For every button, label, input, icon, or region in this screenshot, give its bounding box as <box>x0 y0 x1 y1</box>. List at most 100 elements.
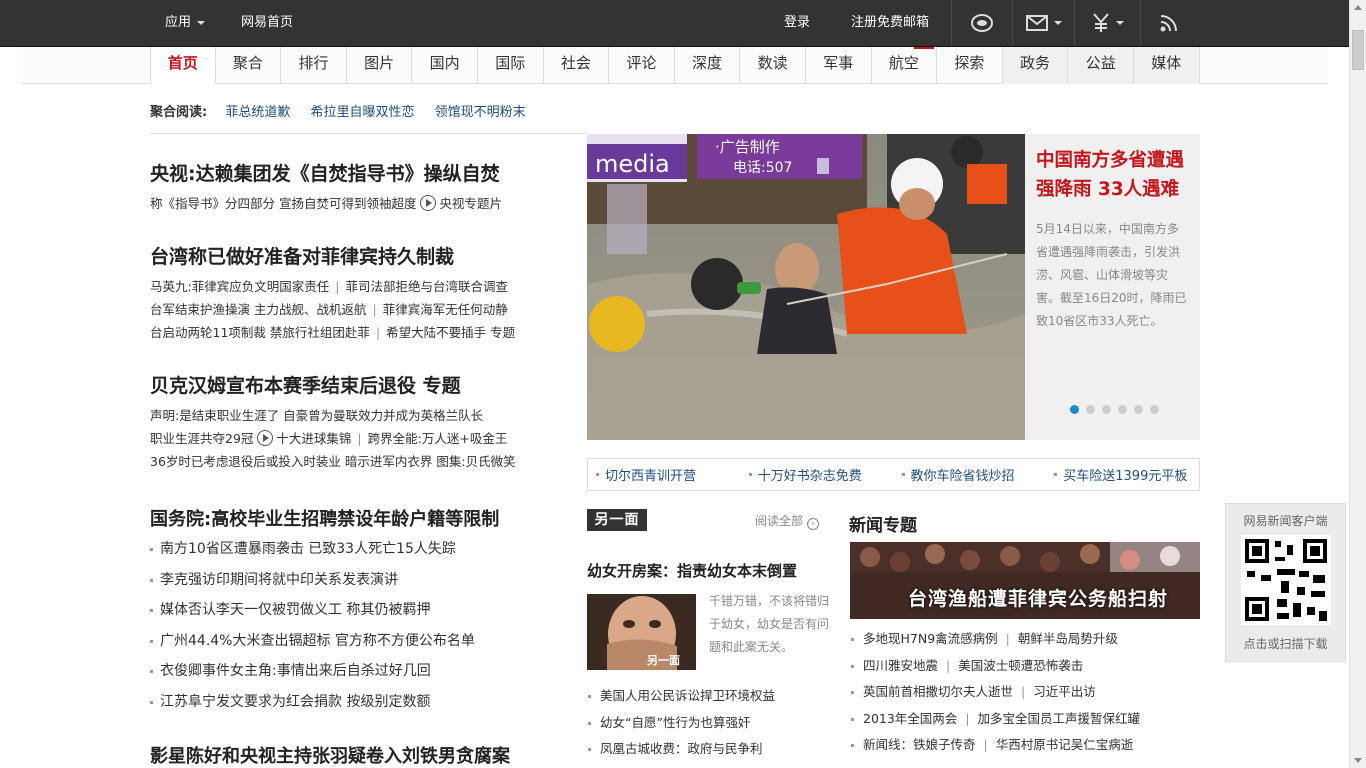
related-link[interactable]: 菲律宾海军无任何动静 <box>383 302 508 317</box>
topic-link[interactable]: 习近平出访 <box>1033 684 1096 699</box>
tab-7[interactable]: 社会 <box>544 47 610 84</box>
tab-11[interactable]: 军事 <box>806 47 872 84</box>
related-link[interactable]: 台军结束护渔操演 主力战舰、战机返航 <box>150 302 366 317</box>
slide-dot[interactable] <box>1086 405 1095 414</box>
topic-banner[interactable]: 台湾渔船遭菲律宾公务船扫射 <box>850 542 1200 619</box>
another-side-photo[interactable]: 另一面 <box>587 594 696 670</box>
divider <box>150 133 587 134</box>
apps-menu[interactable]: 应用 <box>165 0 206 46</box>
headline-5[interactable]: 影星陈好和央视主持张羽疑卷入刘铁男贪腐案 <box>150 742 570 768</box>
read-all-link[interactable]: 阅读全部 › <box>755 512 819 530</box>
qr-code-icon[interactable] <box>1240 535 1331 625</box>
related-link[interactable]: 跨界全能:万人迷+吸金王 <box>368 431 508 446</box>
vertical-scrollbar[interactable] <box>1349 0 1366 768</box>
netease-home-link[interactable]: 网易首页 <box>241 0 293 46</box>
register-mail-link[interactable]: 注册免费邮箱 <box>851 0 929 46</box>
tab-2[interactable]: 聚合 <box>216 47 282 84</box>
another-side-title[interactable]: 幼女开房案：指责幼女本末倒置 <box>587 560 797 581</box>
scroll-down-icon[interactable] <box>1354 758 1362 763</box>
promo-link[interactable]: 切尔西青训开营 <box>588 465 741 484</box>
headline-1-sub[interactable]: 称《指导书》分四部分 宣扬自焚可得到领袖超度 <box>150 196 416 211</box>
headline-1-video-link[interactable]: 央视专题片 <box>439 196 502 211</box>
promo-links: 切尔西青训开营 十万好书杂志免费 教你车险省钱炒招 买车险送1399元平板 <box>587 458 1200 491</box>
login-link[interactable]: 登录 <box>784 0 810 46</box>
mail-button[interactable] <box>1012 0 1074 46</box>
related-link[interactable]: 36岁时已考虑退役后或投入时装业 暗示进军内衣界 图集:贝氏微笑 <box>150 450 570 473</box>
tab-8[interactable]: 评论 <box>609 47 675 84</box>
list-item[interactable]: 李克强访印期间将就中印关系发表演讲 <box>150 565 570 596</box>
promo-link[interactable]: 教你车险省钱炒招 <box>894 465 1047 484</box>
list-item[interactable]: 凤凰古城收费：政府与民争利 <box>587 736 775 763</box>
promo-link[interactable]: 十万好书杂志免费 <box>741 465 894 484</box>
chevron-down-icon <box>1053 21 1062 25</box>
agg-link[interactable]: 领馆现不明粉末 <box>435 105 526 120</box>
topic-link[interactable]: 四川雅安地震 <box>863 658 938 673</box>
topic-link[interactable]: 2013年全国两会 <box>863 711 957 726</box>
headline-4[interactable]: 国务院:高校毕业生招聘禁设年龄户籍等限制 <box>150 505 570 531</box>
related-link[interactable]: 声明:是结束职业生涯了 自豪曾为曼联效力并成为英格兰队长 <box>150 404 570 427</box>
topic-link[interactable]: 新闻线：铁娘子传奇 <box>863 737 976 752</box>
chevron-down-icon <box>197 20 206 25</box>
headline-1[interactable]: 央视:达赖集团发《自焚指导书》操纵自焚 <box>150 159 570 186</box>
related-link[interactable]: 十大进球集锦 <box>276 431 351 446</box>
promo-link[interactable]: 买车险送1399元平板 <box>1046 465 1199 484</box>
list-item[interactable]: 广州44.4%大米查出镉超标 官方称不方便公布名单 <box>150 626 570 657</box>
agg-link[interactable]: 希拉里自曝双性恋 <box>311 105 415 120</box>
news-topics-title[interactable]: 新闻专题 <box>849 511 917 536</box>
tab-10[interactable]: 数读 <box>740 47 806 84</box>
payment-button[interactable] <box>1074 0 1140 46</box>
topic-link[interactable]: 加多宝全国员工声援暂保红罐 <box>978 711 1141 726</box>
tab-3[interactable]: 排行 <box>281 47 347 84</box>
tab-9[interactable]: 深度 <box>675 47 741 84</box>
slide-dot[interactable] <box>1118 405 1127 414</box>
slide-dot[interactable] <box>1102 405 1111 414</box>
topic-link[interactable]: 朝鲜半岛局势升级 <box>1018 631 1118 646</box>
tab-4[interactable]: 图片 <box>347 47 413 84</box>
agg-link[interactable]: 菲总统道歉 <box>225 105 290 120</box>
mail-icon <box>1025 15 1048 31</box>
related-link[interactable]: 台启动两轮11项制裁 禁旅行社组团赴菲 <box>150 325 370 340</box>
list-item[interactable]: 衣俊卿事件女主角:事情出来后自杀过好几回 <box>150 656 570 687</box>
rss-icon <box>1160 15 1177 32</box>
tab-6[interactable]: 国际 <box>478 47 544 84</box>
tab-16[interactable]: 媒体 <box>1133 47 1200 84</box>
related-link[interactable]: 职业生涯共夺29冠 <box>150 431 253 446</box>
slide-dot[interactable] <box>1134 405 1143 414</box>
tab-1[interactable]: 首页 <box>150 47 216 84</box>
topic-link[interactable]: 美国波士顿遭恐怖袭击 <box>958 658 1083 673</box>
scroll-up-icon[interactable] <box>1354 5 1362 10</box>
app-download-box[interactable]: 网易新闻客户端 点击或扫描下载 <box>1225 503 1346 662</box>
list-item[interactable]: 美国人用公民诉讼捍卫环境权益 <box>587 683 775 710</box>
play-icon[interactable] <box>420 195 437 211</box>
tab-14[interactable]: 政务 <box>1002 47 1069 84</box>
scrollbar-thumb[interactable] <box>1352 30 1364 70</box>
feature-title[interactable]: 中国南方多省遭遇强降雨 33人遇难 <box>1036 146 1190 204</box>
channel-tabs: 首页 聚合 排行 图片 国内 国际 社会 评论 深度 数读 军事 航空 探索 政务 公益 媒体 <box>150 47 1200 84</box>
another-side-logo[interactable]: 另一面 <box>587 509 647 531</box>
list-item[interactable]: 媒体否认李天一仅被罚做义工 称其仍被羁押 <box>150 595 570 626</box>
headline-3[interactable]: 贝克汉姆宣布本赛季结束后退役 专题 <box>150 371 570 398</box>
list-item[interactable]: 幼女“自愿”性行为也算强奸 <box>587 710 775 737</box>
tab-12[interactable]: 航空 <box>872 47 938 84</box>
feature-desc: 5月14日以来，中国南方多省遭遇强降雨袭击，引发洪涝、风雹、山体滑坡等灾害。截至… <box>1036 222 1187 328</box>
related-link[interactable]: 希望大陆不要插手 专题 <box>386 325 515 340</box>
list-item[interactable]: 江苏阜宁发文要求为红会捐款 按级别定数额 <box>150 687 570 718</box>
topic-link[interactable]: 华西村原书记吴仁宝病逝 <box>996 737 1134 752</box>
slide-dot[interactable] <box>1150 405 1159 414</box>
client-button[interactable] <box>951 0 1012 46</box>
rss-button[interactable] <box>1140 0 1196 46</box>
tab-13[interactable]: 探索 <box>937 47 1003 84</box>
headline-2[interactable]: 台湾称已做好准备对菲律宾持久制裁 <box>150 242 570 269</box>
client-icon <box>971 14 993 32</box>
tab-15[interactable]: 公益 <box>1068 47 1134 84</box>
slide-dot[interactable] <box>1070 405 1079 414</box>
related-link[interactable]: 马英九:菲律宾应负文明国家责任 <box>150 279 329 294</box>
tab-5[interactable]: 国内 <box>412 47 478 84</box>
related-link[interactable]: 菲司法部拒绝与台湾联合调查 <box>345 279 508 294</box>
feature-photo[interactable]: media ·广告制作 电话:507 <box>587 134 1025 440</box>
topic-link[interactable]: 英国前首相撒切尔夫人逝世 <box>863 684 1013 699</box>
play-icon[interactable] <box>257 430 274 446</box>
list-item[interactable]: 南方10省区遭暴雨袭击 已致33人死亡15人失踪 <box>150 534 570 565</box>
child-photo: 另一面 <box>587 594 696 670</box>
topic-link[interactable]: 多地现H7N9禽流感病例 <box>863 631 998 646</box>
